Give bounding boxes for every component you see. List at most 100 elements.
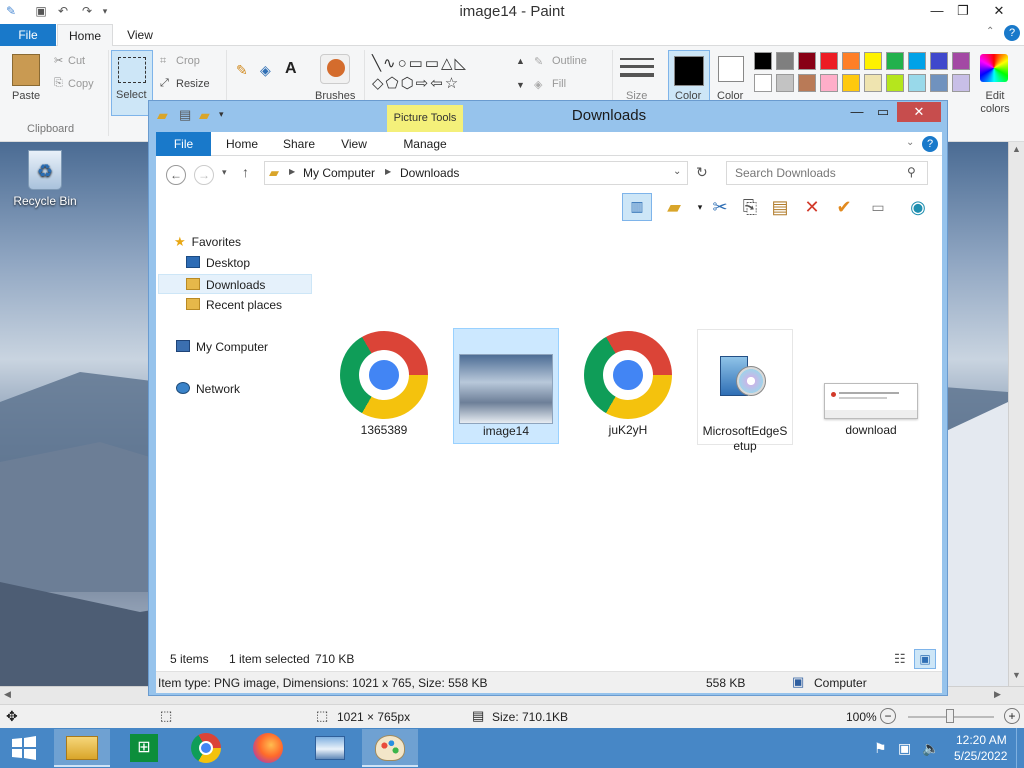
zoom-out-button[interactable]: −	[880, 708, 896, 724]
color-swatch[interactable]	[886, 52, 904, 70]
details-view-button[interactable]: ☷	[894, 651, 906, 667]
taskbar-firefox[interactable]	[240, 729, 296, 767]
crop-button[interactable]: Crop	[176, 55, 200, 67]
up-button[interactable]: ↑	[242, 164, 249, 180]
properties-icon[interactable]: ▭	[866, 195, 890, 219]
nav-network[interactable]: Network	[176, 379, 240, 399]
address-dropdown-icon[interactable]: ⌄	[673, 166, 681, 177]
search-input[interactable]: Search Downloads ⚲	[726, 161, 928, 185]
back-button[interactable]: ←	[166, 165, 186, 185]
taskbar-store[interactable]: ⊞	[116, 729, 172, 767]
color-swatch[interactable]	[842, 74, 860, 92]
shapes-more-icon[interactable]: ▼	[516, 80, 525, 90]
color-swatch[interactable]	[798, 74, 816, 92]
recycle-bin[interactable]: ♻ Recycle Bin	[12, 150, 78, 208]
breadcrumb-my-computer[interactable]: My Computer	[303, 166, 375, 180]
copy-button[interactable]: Copy	[68, 78, 94, 90]
color-swatch[interactable]	[820, 74, 838, 92]
close-button[interactable]: ✕	[982, 0, 1016, 22]
maximize-button[interactable]: ❐	[946, 0, 980, 22]
explorer-tab-home[interactable]: Home	[218, 132, 266, 156]
copy-icon[interactable]: ⎘	[738, 195, 762, 219]
scroll-down-icon[interactable]: ▼	[1012, 670, 1021, 680]
nav-downloads[interactable]: Downloads	[158, 274, 312, 294]
volume-muted-icon[interactable]: 🔈	[922, 740, 939, 757]
explorer-tab-share[interactable]: Share	[274, 132, 324, 156]
paint-tab-home[interactable]: Home	[57, 24, 113, 47]
fill-bucket-icon[interactable]: ◈	[260, 62, 271, 79]
ribbon-collapse-icon[interactable]: ⌃	[986, 26, 994, 37]
shapes-scroll-up-icon[interactable]: ▲	[516, 56, 525, 66]
resize-button[interactable]: Resize	[176, 78, 210, 90]
address-bar[interactable]: ▰ ▶ My Computer ▶ Downloads ⌄	[264, 161, 688, 185]
color-swatch[interactable]	[930, 52, 948, 70]
rename-icon[interactable]: ✔	[832, 195, 856, 219]
quick-access-menu-icon[interactable]: ▾	[219, 109, 224, 120]
explorer-minimize-button[interactable]: —	[843, 102, 871, 122]
color-swatch[interactable]	[952, 52, 970, 70]
clock-time[interactable]: 12:20 AM	[956, 733, 1007, 747]
shapes-gallery[interactable]: ╲∿○▭▭△◺ ◇⬠⬡⇨⇦☆	[372, 54, 512, 98]
color-swatch[interactable]	[754, 52, 772, 70]
explorer-close-button[interactable]: ✕	[897, 102, 941, 122]
large-icons-view-button[interactable]: ▣	[914, 649, 936, 669]
taskbar-chrome[interactable]	[178, 729, 234, 767]
color-swatch[interactable]	[930, 74, 948, 92]
color-swatch[interactable]	[776, 74, 794, 92]
file-item-selected[interactable]: image14	[453, 328, 559, 444]
explorer-tab-manage[interactable]: Manage	[387, 132, 463, 156]
color-swatch[interactable]	[842, 52, 860, 70]
new-folder-icon[interactable]: ▰	[199, 107, 210, 124]
outline-button[interactable]: Outline	[552, 55, 587, 67]
color-swatch[interactable]	[886, 74, 904, 92]
cut-icon[interactable]: ✂	[708, 195, 732, 219]
show-desktop-button[interactable]	[1016, 728, 1024, 768]
color-swatch[interactable]	[864, 74, 882, 92]
network-tray-icon[interactable]: ▣	[898, 740, 911, 757]
paste-button[interactable]: Paste	[12, 90, 40, 102]
ribbon-collapse-icon[interactable]: ⌄	[906, 137, 914, 148]
help-icon[interactable]: ?	[1004, 25, 1020, 41]
scroll-up-icon[interactable]: ▲	[1012, 144, 1021, 154]
color-swatch[interactable]	[952, 74, 970, 92]
color-swatch[interactable]	[864, 52, 882, 70]
explorer-tab-view[interactable]: View	[332, 132, 376, 156]
zoom-slider-thumb[interactable]	[946, 709, 954, 723]
delete-icon[interactable]: ✕	[800, 195, 824, 219]
nav-recent-places[interactable]: Recent places	[186, 295, 282, 315]
shell-icon[interactable]: ◉	[906, 195, 930, 219]
preview-pane-icon[interactable]: ▥	[622, 193, 652, 221]
file-item[interactable]: download	[818, 329, 924, 445]
edit-colors-button[interactable]: Edit colors	[978, 90, 1012, 116]
forward-button[interactable]: →	[194, 165, 214, 185]
select-button[interactable]: Select	[111, 50, 153, 116]
file-item[interactable]: juK2yH	[575, 329, 681, 445]
explorer-maximize-button[interactable]: ▭	[869, 102, 897, 122]
color2-swatch[interactable]	[718, 56, 744, 82]
clock-date[interactable]: 5/25/2022	[954, 749, 1007, 763]
vertical-scrollbar[interactable]: ▲ ▼	[1008, 142, 1024, 686]
color-swatch[interactable]	[908, 74, 926, 92]
nav-my-computer[interactable]: My Computer	[176, 337, 268, 357]
search-icon[interactable]: ⚲	[907, 165, 916, 179]
taskbar-paint[interactable]	[362, 729, 418, 767]
action-center-flag-icon[interactable]: ⚑	[874, 740, 887, 757]
color-swatch[interactable]	[908, 52, 926, 70]
color-swatch[interactable]	[798, 52, 816, 70]
file-item[interactable]: MicrosoftEdgeSetup	[697, 329, 793, 453]
scroll-right-icon[interactable]: ▶	[994, 689, 1001, 700]
paint-tab-file[interactable]: File	[0, 24, 56, 46]
fill-button[interactable]: Fill	[552, 78, 566, 90]
recent-locations-icon[interactable]: ▾	[222, 167, 227, 178]
nav-desktop[interactable]: Desktop	[186, 253, 250, 273]
move-to-icon[interactable]: ▰	[662, 195, 686, 219]
paint-tab-view[interactable]: View	[116, 24, 164, 46]
properties-icon[interactable]: ▤	[179, 107, 191, 123]
refresh-button[interactable]: ↻	[696, 164, 708, 181]
explorer-help-icon[interactable]: ?	[922, 136, 938, 152]
explorer-tab-file[interactable]: File	[156, 132, 211, 156]
color-swatch[interactable]	[754, 74, 772, 92]
cut-button[interactable]: Cut	[68, 55, 85, 67]
taskbar-file-explorer[interactable]	[54, 729, 110, 767]
zoom-in-button[interactable]: +	[1004, 708, 1020, 724]
